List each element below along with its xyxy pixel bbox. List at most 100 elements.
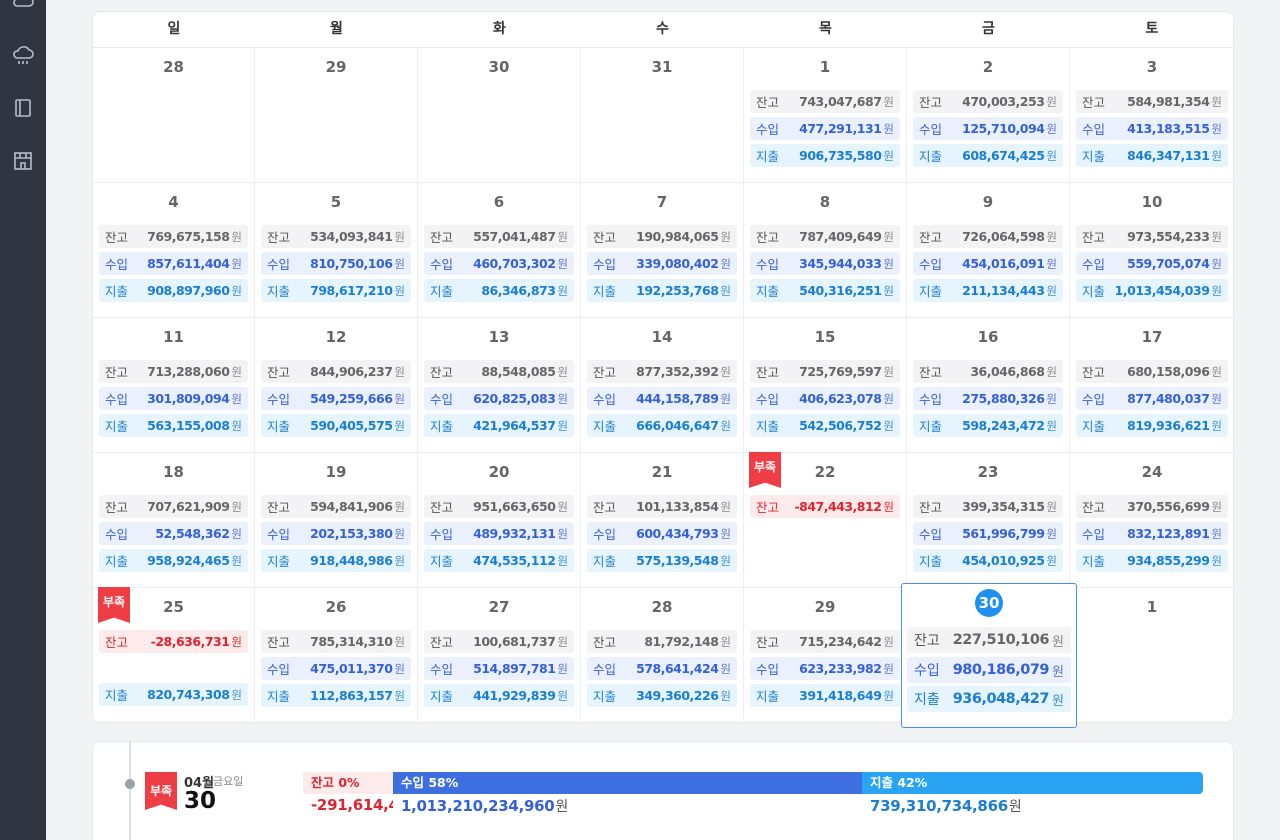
income-row: 수입 475,011,370 원 xyxy=(261,657,411,680)
calendar-day-cell[interactable]: 9 잔고 726,064,598 원 수입 454,016,091 원 지출 211,134,4… xyxy=(907,183,1070,318)
income-label: 수입 xyxy=(593,527,617,542)
selected-day-cell[interactable]: 30 잔고 227,510,106 원 수입 980,186,079 원 지출 936,048,… xyxy=(901,583,1077,728)
income-row: 수입 454,016,091 원 xyxy=(913,252,1063,275)
day-number: 7 xyxy=(656,193,668,211)
expense-amount: 598,243,472 xyxy=(962,418,1045,433)
income-amount: 623,233,982 xyxy=(799,661,882,676)
balance-row: 잔고 973,554,233 원 xyxy=(1076,225,1228,248)
calendar-day-cell[interactable]: 19 잔고 594,841,906 원 수입 202,153,380 원 지출 918,448,… xyxy=(255,453,418,588)
day-number: 29 xyxy=(325,58,347,76)
calendar-day-cell[interactable]: 11 잔고 713,288,060 원 수입 301,809,094 원 지출 563,155,… xyxy=(93,318,255,453)
calendar-day-cell[interactable]: 15 잔고 725,769,597 원 수입 406,623,078 원 지출 542,506,… xyxy=(744,318,907,453)
calendar-day-cell[interactable]: 28 xyxy=(93,48,255,183)
won-unit: 원 xyxy=(557,526,568,541)
calendar-day-cell[interactable]: 10 잔고 973,554,233 원 수입 559,705,074 원 지출 1,013,45… xyxy=(1070,183,1234,318)
calendar-day-cell[interactable]: 16 잔고 36,046,868 원 수입 275,880,326 원 지출 598,243,4… xyxy=(907,318,1070,453)
balance-label: 잔고 xyxy=(756,500,780,515)
won-unit: 원 xyxy=(557,256,568,271)
won-unit: 원 xyxy=(394,526,405,541)
calendar-day-cell[interactable]: 6 잔고 557,041,487 원 수입 460,703,302 원 지출 86,346,87… xyxy=(418,183,581,318)
calendar-day-cell[interactable]: 21 잔고 101,133,854 원 수입 600,434,793 원 지출 575,139,… xyxy=(581,453,744,588)
calendar-day-cell[interactable]: 18 잔고 707,621,909 원 수입 52,548,362 원 지출 958,924,4… xyxy=(93,453,255,588)
expense-amount: 936,048,427 xyxy=(952,691,1050,707)
calendar-day-cell[interactable]: 25 부족 잔고 -28,636,731 원 지출 820,743,308 원 xyxy=(93,587,255,723)
cloud-rain-icon[interactable] xyxy=(12,45,34,67)
balance-amount: 101,133,854 xyxy=(636,499,719,514)
balance-amount: 88,548,085 xyxy=(481,364,556,379)
calendar-day-cell[interactable]: 7 잔고 190,984,065 원 수입 339,080,402 원 지출 192,253,7… xyxy=(581,183,744,318)
balance-amount: 534,093,841 xyxy=(310,229,393,244)
calendar-day-cell[interactable]: 4 잔고 769,675,158 원 수입 857,611,404 원 지출 908,897,9… xyxy=(93,183,255,318)
calendar-day-cell[interactable]: 5 잔고 534,093,841 원 수입 810,750,106 원 지출 798,617,2… xyxy=(255,183,418,318)
balance-row: 잔고 100,681,737 원 xyxy=(424,630,574,653)
income-row: 수입 810,750,106 원 xyxy=(261,252,411,275)
day-number: 27 xyxy=(488,598,510,616)
calendar-day-cell[interactable]: 2 잔고 470,003,253 원 수입 125,710,094 원 지출 608,674,4… xyxy=(907,48,1070,183)
calendar-day-cell[interactable]: 12 잔고 844,906,237 원 수입 549,259,666 원 지출 590,405,… xyxy=(255,318,418,453)
balance-label: 잔고 xyxy=(914,633,940,649)
balance-label: 잔고 xyxy=(105,635,129,650)
expense-amount: 421,964,537 xyxy=(473,418,556,433)
income-row: 수입 623,233,982 원 xyxy=(750,657,900,680)
calendar-day-cell[interactable]: 8 잔고 787,409,649 원 수입 345,944,033 원 지출 540,316,2… xyxy=(744,183,907,318)
timeline-line xyxy=(129,742,131,840)
balance-label: 잔고 xyxy=(1082,500,1106,515)
balance-amount: 557,041,487 xyxy=(473,229,556,244)
balance-label: 잔고 xyxy=(430,365,454,380)
balance-row: 잔고 680,158,096 원 xyxy=(1076,360,1228,383)
expense-row: 지출 590,405,575 원 xyxy=(261,414,411,437)
balance-label: 잔고 xyxy=(756,95,780,110)
won-unit: 원 xyxy=(557,418,568,433)
balance-amount: 715,234,642 xyxy=(799,634,882,649)
balance-label: 잔고 xyxy=(919,95,943,110)
income-amount: 444,158,789 xyxy=(636,391,719,406)
expense-amount: 349,360,226 xyxy=(636,688,719,703)
balance-row: 잔고 399,354,315 원 xyxy=(913,495,1063,518)
won-unit: 원 xyxy=(1211,553,1222,568)
calendar-day-cell[interactable]: 20 잔고 951,663,650 원 수입 489,932,131 원 지출 474,535,… xyxy=(418,453,581,588)
expense-label: 지출 xyxy=(1082,554,1106,569)
calendar-day-cell[interactable]: 1 xyxy=(1070,588,1234,723)
calendar-day-cell[interactable]: 3 잔고 584,981,354 원 수입 413,183,515 원 지출 846,347,1… xyxy=(1070,48,1234,183)
expense-label: 지출 xyxy=(267,419,291,434)
expense-row: 지출 211,134,443 원 xyxy=(913,279,1063,302)
day-number: 28 xyxy=(651,598,673,616)
expense-row: 지출 474,535,112 원 xyxy=(424,549,574,572)
calendar-day-cell[interactable]: 1 잔고 743,047,687 원 수입 477,291,131 원 지출 906,735,5… xyxy=(744,48,907,183)
expense-label: 지출 xyxy=(919,149,943,164)
expense-label: 지출 xyxy=(756,419,780,434)
calendar-day-cell[interactable]: 29 잔고 715,234,642 원 수입 623,233,982 원 지출 391,418,… xyxy=(744,588,907,723)
calendar-day-cell[interactable]: 23 잔고 399,354,315 원 수입 561,996,799 원 지출 454,010,… xyxy=(907,453,1070,588)
cloud-icon[interactable] xyxy=(12,0,34,12)
calendar-day-cell[interactable]: 26 잔고 785,314,310 원 수입 475,011,370 원 지출 112,863,… xyxy=(255,588,418,723)
won-unit: 원 xyxy=(557,661,568,676)
storefront-icon[interactable] xyxy=(12,150,34,172)
won-unit: 원 xyxy=(231,499,242,514)
won-unit: 원 xyxy=(231,634,242,649)
won-unit: 원 xyxy=(1211,121,1222,136)
won-unit: 원 xyxy=(1211,499,1222,514)
calendar-day-cell[interactable]: 31 xyxy=(581,48,744,183)
income-row: 수입 559,705,074 원 xyxy=(1076,252,1228,275)
calendar-day-cell[interactable]: 13 잔고 88,548,085 원 수입 620,825,083 원 지출 421,964,5… xyxy=(418,318,581,453)
calendar-day-cell[interactable]: 14 잔고 877,352,392 원 수입 444,158,789 원 지출 666,046,… xyxy=(581,318,744,453)
expense-amount: 540,316,251 xyxy=(799,283,882,298)
calendar-day-cell[interactable]: 17 잔고 680,158,096 원 수입 877,480,037 원 지출 819,936,… xyxy=(1070,318,1234,453)
expense-row: 지출 542,506,752 원 xyxy=(750,414,900,437)
calendar-day-cell[interactable]: 30 xyxy=(418,48,581,183)
balance-amount: -28,636,731 xyxy=(150,634,230,649)
won-unit: 원 xyxy=(720,661,731,676)
expense-amount: 474,535,112 xyxy=(473,553,556,568)
book-icon[interactable] xyxy=(12,97,34,119)
balance-label: 잔고 xyxy=(919,365,943,380)
won-unit: 원 xyxy=(394,688,405,703)
calendar-day-cell[interactable]: 24 잔고 370,556,699 원 수입 832,123,891 원 지출 934,855,… xyxy=(1070,453,1234,588)
expense-label: 지출 xyxy=(756,149,780,164)
calendar-day-cell[interactable]: 27 잔고 100,681,737 원 수입 514,897,781 원 지출 441,929,… xyxy=(418,588,581,723)
calendar-day-cell[interactable]: 29 xyxy=(255,48,418,183)
weekday-label: 금 xyxy=(982,21,995,37)
balance-label: 잔고 xyxy=(756,365,780,380)
calendar-day-cell[interactable]: 28 잔고 81,792,148 원 수입 578,641,424 원 지출 349,360,2… xyxy=(581,588,744,723)
calendar-day-cell[interactable]: 22 부족 잔고 -847,443,812 원 xyxy=(744,452,907,588)
income-label: 수입 xyxy=(593,392,617,407)
